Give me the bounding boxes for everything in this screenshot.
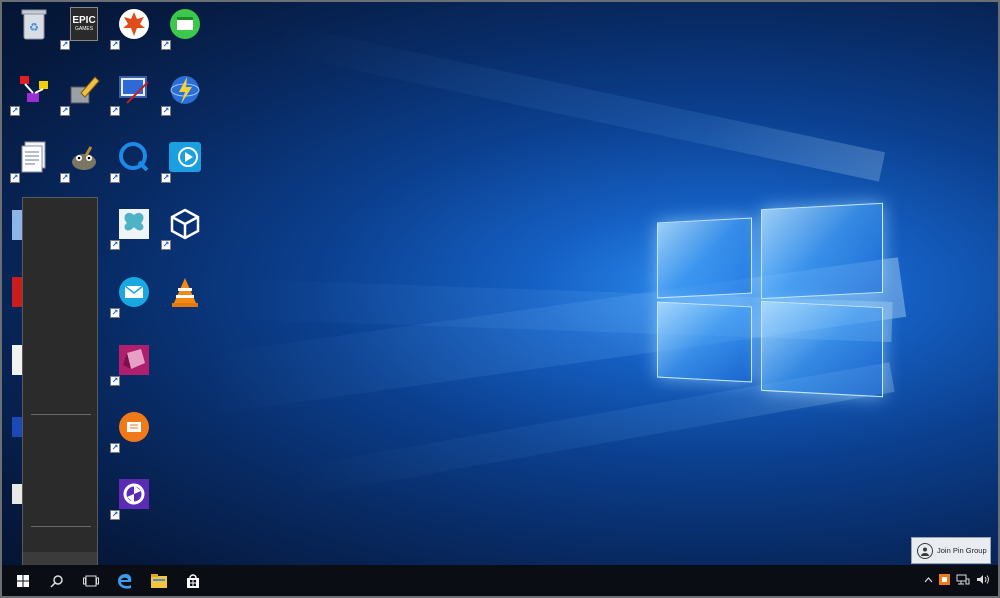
edge-icon[interactable]: [108, 565, 142, 596]
recycle-bin-icon[interactable]: ♻: [14, 4, 54, 44]
logo-pane: [761, 202, 883, 300]
taskbar: [2, 565, 998, 596]
video-player-icon[interactable]: ↗: [161, 137, 205, 183]
logo-pane: [657, 301, 752, 383]
gimp-icon[interactable]: ↗: [60, 137, 104, 183]
orange-chat-app-icon[interactable]: ↗: [110, 407, 154, 453]
unity-icon[interactable]: ↗: [161, 204, 205, 250]
context-menu[interactable]: [22, 197, 98, 577]
chevron-up-icon[interactable]: [924, 575, 933, 586]
maple-leaf-app-icon[interactable]: ↗: [110, 4, 154, 50]
butterfly-app-icon[interactable]: ↗: [110, 204, 154, 250]
pencil-tool-icon[interactable]: ↗: [60, 70, 104, 116]
network-icon[interactable]: [956, 574, 970, 588]
task-view-icon[interactable]: [74, 565, 108, 596]
diagram-tool-icon[interactable]: ↗: [10, 70, 54, 116]
quicktime-icon[interactable]: ↗: [110, 137, 154, 183]
lightning-globe-icon[interactable]: ↗: [161, 70, 205, 116]
purple-shutter-app-icon[interactable]: ↗: [110, 474, 154, 520]
mail-app-icon[interactable]: ↗: [110, 272, 154, 318]
screen-drawing-app-icon[interactable]: ↗: [110, 70, 154, 116]
desktop-background: ♻ ↗ ↗ EPIC GAMES ↗ ↗ ↗ ↗ ↗ ↗ ↗ ↗ ↗ ↗ ↗ ↗…: [2, 2, 998, 596]
document-icon[interactable]: ↗: [10, 137, 54, 183]
user-avatar-icon: [917, 542, 933, 559]
start-icon[interactable]: [6, 565, 40, 596]
menu-separator: [31, 526, 91, 527]
magenta-cube-app-icon[interactable]: ↗: [110, 340, 154, 386]
vlc-icon[interactable]: [165, 272, 205, 312]
logo-pane: [761, 300, 883, 398]
search-icon[interactable]: [40, 565, 74, 596]
epic-logo-text: EPIC: [72, 15, 96, 26]
screen-frame: ♻ ↗ ↗ EPIC GAMES ↗ ↗ ↗ ↗ ↗ ↗ ↗ ↗ ↗ ↗ ↗ ↗…: [0, 0, 1000, 598]
join-pin-group-notification[interactable]: Join Pin Group: [911, 537, 991, 564]
green-window-app-icon[interactable]: ↗: [161, 4, 205, 50]
system-tray: [924, 565, 990, 596]
epic-games-icon[interactable]: EPIC GAMES ↗: [60, 4, 104, 50]
volume-icon[interactable]: [976, 574, 990, 588]
windows-logo: [657, 192, 887, 407]
epic-logo-subtext: GAMES: [74, 26, 94, 32]
orange-app-tray-icon[interactable]: [939, 573, 950, 588]
logo-pane: [657, 217, 752, 299]
svg-text:♻: ♻: [29, 22, 39, 34]
store-icon[interactable]: [176, 565, 210, 596]
menu-separator: [31, 414, 91, 415]
light-beam: [272, 23, 886, 182]
notification-text: Join Pin Group: [937, 546, 987, 555]
file-explorer-icon[interactable]: [142, 565, 176, 596]
